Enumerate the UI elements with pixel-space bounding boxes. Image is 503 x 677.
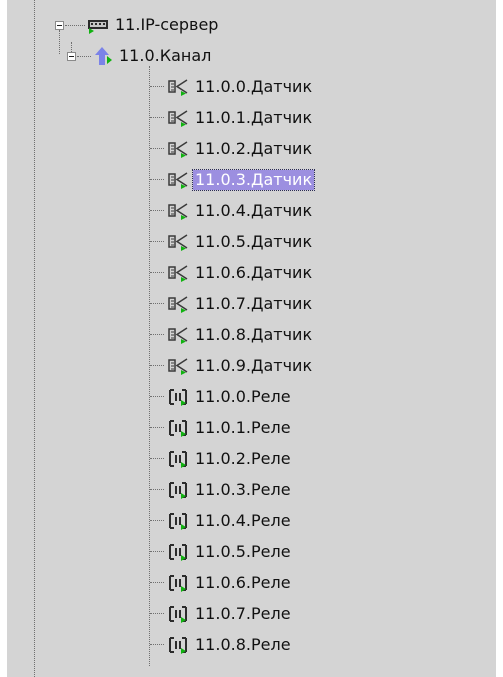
tree-connector (150, 210, 164, 211)
collapse-channel-button[interactable] (67, 52, 76, 61)
relay-icon (169, 420, 187, 437)
relay-icon (169, 513, 187, 530)
tree-node-label: 11.0.5.Реле (195, 542, 291, 561)
tree-node-label: 11.IP-сервер (115, 15, 219, 34)
collapse-server-button[interactable] (55, 21, 64, 30)
tree-connector (150, 117, 164, 118)
tree-connector-channel (77, 56, 91, 57)
tree-connector (150, 613, 164, 614)
sensor-icon (168, 172, 188, 189)
sensor-icon (168, 234, 188, 251)
tree-node-label-selected: 11.0.3.Датчик (191, 169, 316, 191)
sensor-icon (168, 203, 188, 220)
tree-node-label: 11.0.5.Датчик (195, 232, 313, 251)
device-tree: 11.IP-сервер 11.0.Канал 11.0.0.Датчик 11.… (7, 0, 496, 677)
tree-node-label: 11.0.0.Датчик (195, 77, 313, 96)
ip-server-icon (88, 20, 108, 34)
sensor-icon (168, 110, 188, 127)
tree-node-label: 11.0.1.Реле (195, 418, 291, 437)
tree-connector (150, 334, 164, 335)
tree-connector (150, 148, 164, 149)
sensor-icon (168, 265, 188, 282)
relay-icon (169, 637, 187, 654)
tree-connector (150, 179, 164, 180)
sensor-icon (168, 296, 188, 313)
relay-icon (169, 544, 187, 561)
relay-icon (169, 482, 187, 499)
tree-connector (150, 427, 164, 428)
tree-connector (150, 272, 164, 273)
relay-icon (169, 575, 187, 592)
tree-node-label: 11.0.4.Датчик (195, 201, 313, 220)
sensor-icon (168, 141, 188, 158)
relay-icon (169, 389, 187, 406)
tree-node-label: 11.0.3.Реле (195, 480, 291, 499)
tree-connector (150, 520, 164, 521)
tree-node-label: 11.0.7.Реле (195, 604, 291, 623)
tree-connector (150, 551, 164, 552)
relay-icon (169, 451, 187, 468)
tree-connector (150, 365, 164, 366)
tree-guide-server (59, 30, 60, 54)
tree-node-label: 11.0.8.Реле (195, 635, 291, 654)
tree-node-label: 11.0.6.Датчик (195, 263, 313, 282)
tree-connector (150, 241, 164, 242)
tree-node-label: 11.0.4.Реле (195, 511, 291, 530)
sensor-icon (168, 327, 188, 344)
tree-node-label: 11.0.0.Реле (195, 387, 291, 406)
tree-connector (150, 582, 164, 583)
tree-guide-root (34, 0, 35, 677)
tree-connector-server (65, 25, 85, 26)
relay-icon (169, 606, 187, 623)
tree-guide-children (149, 66, 150, 666)
tree-connector (150, 303, 164, 304)
tree-node-label: 11.0.2.Реле (195, 449, 291, 468)
tree-connector (150, 396, 164, 397)
tree-node-label: 11.0.2.Датчик (195, 139, 313, 158)
tree-node-label: 11.0.9.Датчик (195, 356, 313, 375)
tree-node-label: 11.0.8.Датчик (195, 325, 313, 344)
tree-node-label: 11.0.7.Датчик (195, 294, 313, 313)
tree-connector (150, 489, 164, 490)
tree-connector (150, 458, 164, 459)
sensor-icon (168, 79, 188, 96)
channel-icon (95, 47, 112, 65)
sensor-icon (168, 358, 188, 375)
tree-node-label: 11.0.Канал (119, 46, 212, 65)
tree-connector (150, 86, 164, 87)
tree-node-label: 11.0.6.Реле (195, 573, 291, 592)
tree-node-label: 11.0.1.Датчик (195, 108, 313, 127)
tree-connector (150, 644, 164, 645)
